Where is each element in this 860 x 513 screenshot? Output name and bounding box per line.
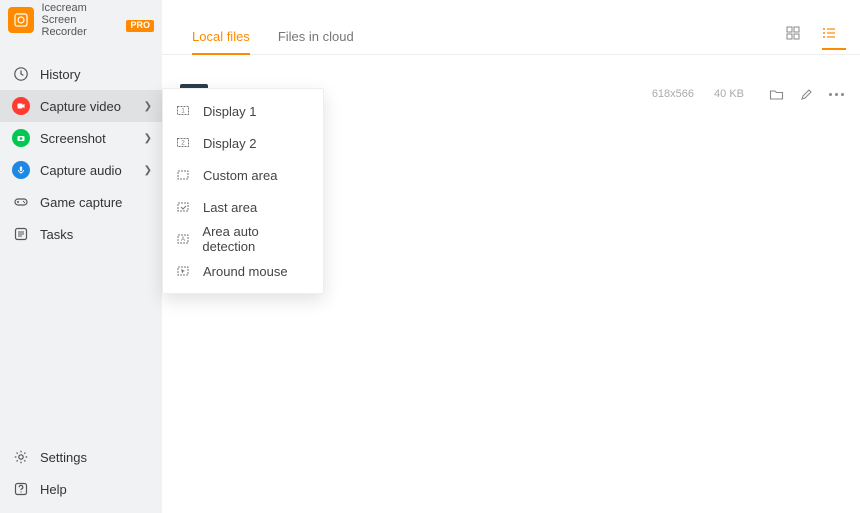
camera-icon (12, 129, 30, 147)
pro-badge: PRO (126, 20, 154, 32)
sidebar-item-label: Capture video (40, 99, 121, 114)
edit-button[interactable] (798, 86, 814, 102)
sidebar-item-label: Game capture (40, 195, 122, 210)
display-2-icon: 2 (175, 135, 191, 151)
dropdown-item-display-2[interactable]: 2 Display 2 (163, 127, 323, 159)
file-dimensions: 618x566 (652, 88, 694, 100)
capture-video-dropdown: 1 Display 1 2 Display 2 Custom area Last… (162, 88, 324, 294)
dropdown-item-label: Display 1 (203, 104, 256, 119)
dropdown-item-label: Last area (203, 200, 257, 215)
svg-text:1: 1 (181, 109, 185, 115)
nav: History Capture video ❯ Screenshot ❯ Cap… (0, 58, 162, 441)
sidebar-item-label: Help (40, 482, 67, 497)
tasks-icon (12, 225, 30, 243)
sidebar-item-settings[interactable]: Settings (0, 441, 162, 473)
sidebar-item-label: Screenshot (40, 131, 106, 146)
sidebar-item-label: Tasks (40, 227, 73, 242)
sidebar-item-capture-audio[interactable]: Capture audio ❯ (0, 154, 162, 186)
sidebar: Icecream Screen Recorder PRO History Cap… (0, 0, 162, 513)
list-view-underline (822, 48, 846, 50)
last-area-icon (175, 199, 191, 215)
dropdown-item-label: Around mouse (203, 264, 288, 279)
tab-local-files[interactable]: Local files (192, 29, 250, 54)
sidebar-item-label: History (40, 67, 80, 82)
dropdown-item-around-mouse[interactable]: Around mouse (163, 255, 323, 287)
dropdown-item-display-1[interactable]: 1 Display 1 (163, 95, 323, 127)
chevron-right-icon: ❯ (144, 101, 152, 112)
gamepad-icon (12, 193, 30, 211)
sidebar-item-help[interactable]: Help (0, 473, 162, 505)
gear-icon (12, 448, 30, 466)
custom-area-icon (175, 167, 191, 183)
auto-detection-icon: A (175, 231, 190, 247)
sidebar-item-label: Settings (40, 450, 87, 465)
dropdown-item-last-area[interactable]: Last area (163, 191, 323, 223)
video-icon (12, 97, 30, 115)
microphone-icon (12, 161, 30, 179)
help-icon (12, 480, 30, 498)
display-1-icon: 1 (175, 103, 191, 119)
history-icon (12, 65, 30, 83)
dropdown-item-label: Custom area (203, 168, 277, 183)
around-mouse-icon (175, 263, 191, 279)
dropdown-item-label: Area auto detection (202, 224, 311, 254)
brand-line1: Icecream (42, 2, 155, 14)
open-folder-button[interactable] (768, 86, 784, 102)
dropdown-item-custom-area[interactable]: Custom area (163, 159, 323, 191)
file-size: 40 KB (714, 88, 744, 100)
brand-line2: Screen Recorder (42, 14, 123, 38)
tabs: Local files Files in cloud (162, 0, 860, 55)
chevron-right-icon: ❯ (144, 133, 152, 144)
grid-view-button[interactable] (782, 22, 804, 44)
dropdown-item-auto-detection[interactable]: A Area auto detection (163, 223, 323, 255)
app-logo-icon (8, 7, 34, 33)
dropdown-item-label: Display 2 (203, 136, 256, 151)
brand: Icecream Screen Recorder PRO (0, 0, 162, 40)
sidebar-item-tasks[interactable]: Tasks (0, 218, 162, 250)
chevron-right-icon: ❯ (144, 165, 152, 176)
svg-text:2: 2 (181, 141, 185, 147)
sidebar-item-game-capture[interactable]: Game capture (0, 186, 162, 218)
sidebar-item-label: Capture audio (40, 163, 122, 178)
tab-files-in-cloud[interactable]: Files in cloud (278, 29, 354, 54)
svg-text:A: A (181, 237, 185, 243)
sidebar-item-capture-video[interactable]: Capture video ❯ (0, 90, 162, 122)
sidebar-item-history[interactable]: History (0, 58, 162, 90)
more-button[interactable] (828, 86, 844, 102)
sidebar-item-screenshot[interactable]: Screenshot ❯ (0, 122, 162, 154)
list-view-button[interactable] (818, 22, 840, 44)
